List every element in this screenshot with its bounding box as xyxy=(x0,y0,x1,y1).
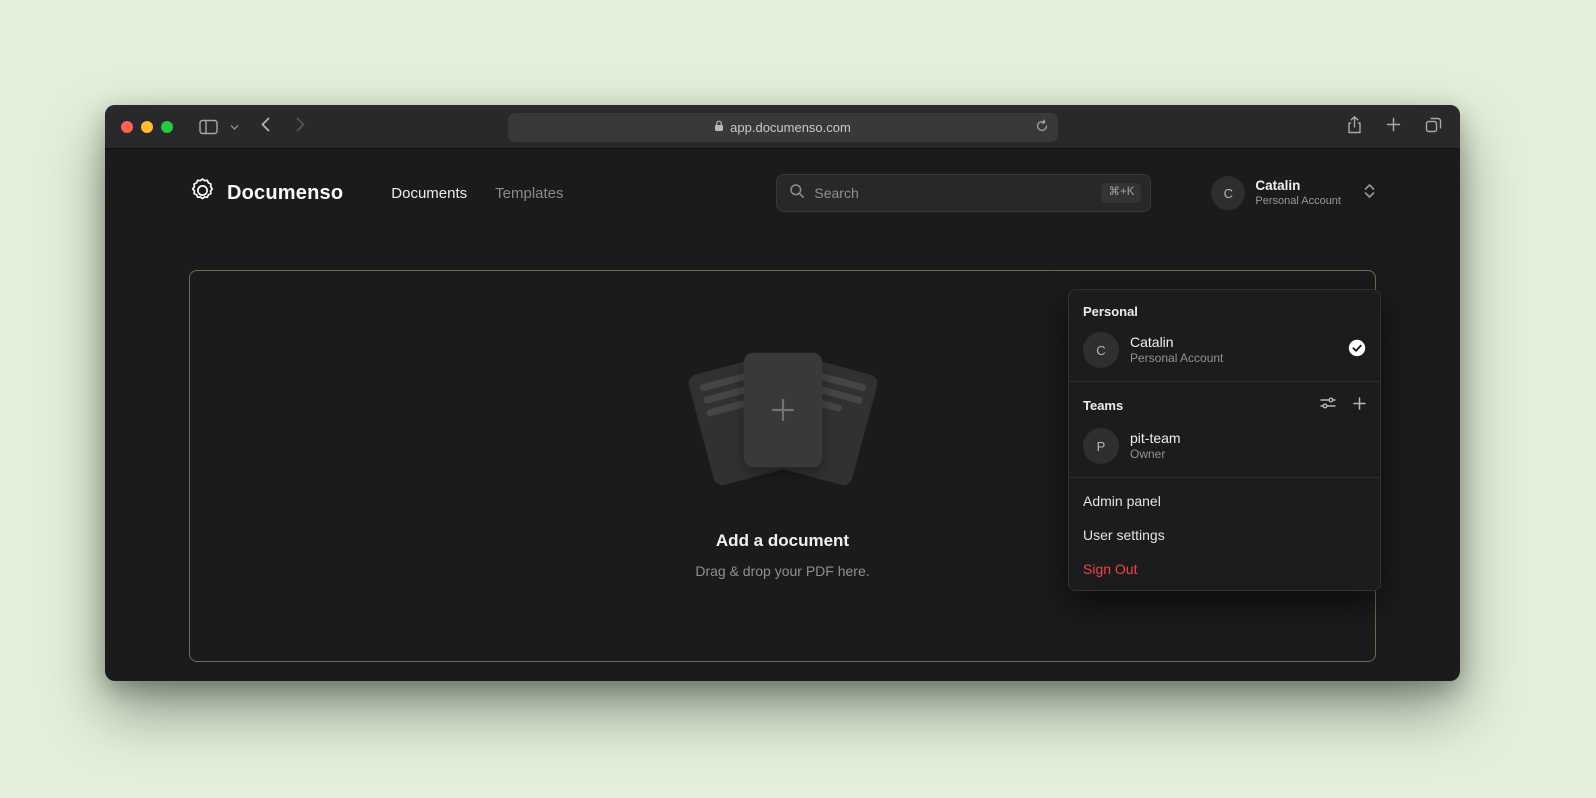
menu-item-admin-panel[interactable]: Admin panel xyxy=(1069,484,1380,518)
main-nav: Documents Templates xyxy=(391,185,563,202)
chevron-updown-icon xyxy=(1363,183,1376,204)
brand-name: Documenso xyxy=(227,182,343,205)
menu-divider xyxy=(1069,381,1380,382)
personal-section-heading: Personal xyxy=(1069,294,1380,325)
close-button[interactable] xyxy=(121,121,133,133)
personal-account-name: Catalin xyxy=(1130,334,1223,352)
address-bar-url: app.documenso.com xyxy=(730,120,851,135)
sidebar-toggle-button[interactable] xyxy=(199,119,218,135)
back-button[interactable] xyxy=(261,117,270,137)
document-stack-icon xyxy=(678,353,888,495)
team-name: pit-team xyxy=(1130,430,1181,448)
add-document-card-icon xyxy=(744,353,822,467)
team-role: Owner xyxy=(1130,447,1181,462)
manage-teams-button[interactable] xyxy=(1320,396,1336,415)
zoom-button[interactable] xyxy=(161,121,173,133)
personal-account-item[interactable]: C Catalin Personal Account xyxy=(1069,325,1380,375)
brand[interactable]: Documenso xyxy=(189,177,343,209)
nav-item-templates[interactable]: Templates xyxy=(495,185,563,202)
minimize-button[interactable] xyxy=(141,121,153,133)
account-subtitle: Personal Account xyxy=(1255,195,1341,209)
documenso-logo-icon xyxy=(189,177,216,209)
tab-overview-button[interactable] xyxy=(1425,117,1442,138)
nav-item-documents[interactable]: Documents xyxy=(391,185,467,202)
dropzone-title: Add a document xyxy=(716,531,849,551)
search-shortcut-badge: ⌘+K xyxy=(1101,183,1141,203)
browser-titlebar: app.documenso.com xyxy=(105,105,1460,149)
account-dropdown-menu: Personal C Catalin Personal Account Team xyxy=(1068,289,1381,591)
search-icon xyxy=(789,183,805,204)
search-bar[interactable]: ⌘+K xyxy=(776,174,1151,212)
browser-window: app.documenso.com xyxy=(105,105,1460,681)
sidebar-chevron-down-icon[interactable] xyxy=(230,124,239,130)
app-content: Documenso Documents Templates ⌘+K C Cata… xyxy=(105,171,1460,703)
share-button[interactable] xyxy=(1347,116,1362,139)
team-item-pit-team[interactable]: P pit-team Owner xyxy=(1069,421,1380,471)
account-menu-button[interactable]: C Catalin Personal Account xyxy=(1211,176,1376,210)
selected-check-icon xyxy=(1348,339,1366,362)
new-tab-button[interactable] xyxy=(1386,117,1401,137)
account-avatar: C xyxy=(1211,176,1245,210)
team-avatar: P xyxy=(1083,428,1119,464)
refresh-button[interactable] xyxy=(1035,119,1049,136)
traffic-lights xyxy=(121,121,173,133)
app-header: Documenso Documents Templates ⌘+K C Cata… xyxy=(189,171,1376,215)
add-team-button[interactable] xyxy=(1353,397,1366,415)
forward-button[interactable] xyxy=(296,117,305,137)
menu-divider xyxy=(1069,477,1380,478)
search-input[interactable] xyxy=(814,185,1092,201)
account-name: Catalin xyxy=(1255,178,1341,195)
menu-item-sign-out[interactable]: Sign Out xyxy=(1069,552,1380,586)
lock-icon xyxy=(714,120,724,135)
dropzone-subtitle: Drag & drop your PDF here. xyxy=(695,563,869,579)
menu-item-user-settings[interactable]: User settings xyxy=(1069,518,1380,552)
personal-account-subtitle: Personal Account xyxy=(1130,351,1223,366)
address-bar[interactable]: app.documenso.com xyxy=(508,113,1058,142)
teams-section-heading: Teams xyxy=(1069,388,1380,421)
personal-account-avatar: C xyxy=(1083,332,1119,368)
